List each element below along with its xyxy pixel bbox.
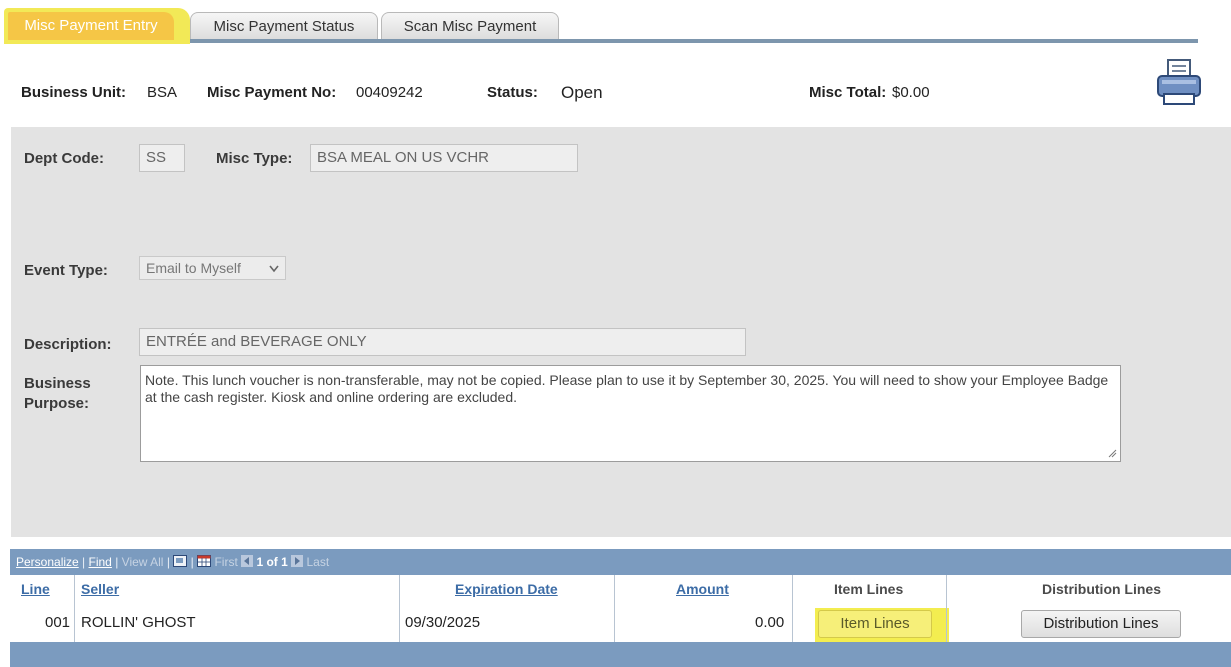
- separator: |: [115, 555, 119, 569]
- cell-seller: ROLLIN' GHOST: [81, 614, 196, 631]
- page-range: 1 of 1: [256, 555, 288, 569]
- dept-code-label: Dept Code:: [24, 150, 104, 167]
- column-header-item-lines: Item Lines: [834, 581, 904, 597]
- personalize-link[interactable]: Personalize: [16, 555, 79, 569]
- column-divider: [74, 575, 75, 604]
- grid-nav-bar: Personalize | Find | View All | | First …: [10, 549, 1231, 575]
- column-header-seller[interactable]: Seller: [81, 575, 119, 604]
- column-divider: [74, 604, 75, 642]
- column-divider: [792, 575, 793, 604]
- view-all-link[interactable]: View All: [122, 555, 164, 569]
- first-label: First: [214, 555, 238, 569]
- status-value: Open: [561, 83, 603, 102]
- business-unit-value: BSA: [147, 84, 178, 101]
- status-label: Status:: [487, 84, 538, 101]
- table-row: 001 ROLLIN' GHOST 09/30/2025 0.00 Item L…: [10, 604, 1231, 656]
- chevron-down-icon: [269, 265, 279, 273]
- misc-type-field[interactable]: BSA MEAL ON US VCHR: [310, 144, 578, 172]
- description-field[interactable]: ENTRÉE and BEVERAGE ONLY: [139, 328, 746, 356]
- event-type-label: Event Type:: [24, 262, 108, 279]
- column-divider: [792, 604, 793, 642]
- cell-amount: 0.00: [755, 614, 785, 631]
- dept-code-field[interactable]: SS: [139, 144, 185, 172]
- column-header-line[interactable]: Line: [21, 575, 50, 604]
- cell-expiration-date: 09/30/2025: [405, 614, 481, 631]
- tab-misc-payment-status[interactable]: Misc Payment Status: [190, 12, 378, 40]
- tab-label-status: Misc Payment Status: [213, 18, 355, 35]
- separator: |: [82, 555, 86, 569]
- business-purpose-label: Business Purpose:: [24, 374, 91, 414]
- tab-bar: Misc Payment Entry Misc Payment Status S…: [0, 0, 1231, 50]
- zoom-icon[interactable]: [173, 555, 188, 567]
- misc-total-label: Misc Total:: [809, 84, 887, 101]
- column-header-expiration-date[interactable]: Expiration Date: [455, 575, 558, 604]
- cell-line: 001: [45, 614, 71, 631]
- event-type-selected: Email to Myself: [146, 260, 241, 276]
- column-divider: [946, 575, 947, 604]
- business-purpose-text: Note. This lunch voucher is non-transfer…: [145, 372, 1109, 405]
- grid-nav: Personalize | Find | View All | | First …: [16, 555, 329, 569]
- item-lines-button[interactable]: Item Lines: [818, 610, 932, 638]
- last-label: Last: [306, 555, 330, 569]
- arrow-right-icon[interactable]: [291, 555, 304, 567]
- tab-misc-payment-entry[interactable]: Misc Payment Entry: [4, 8, 190, 44]
- distribution-lines-button[interactable]: Distribution Lines: [1021, 610, 1181, 638]
- arrow-left-icon[interactable]: [241, 555, 254, 567]
- business-purpose-textarea[interactable]: Note. This lunch voucher is non-transfer…: [140, 365, 1121, 462]
- business-purpose-label-line1: Business: [24, 375, 91, 392]
- column-divider: [946, 604, 947, 642]
- business-purpose-label-line2: Purpose:: [24, 395, 90, 412]
- column-divider: [399, 604, 400, 642]
- misc-total-value: $0.00: [892, 84, 930, 101]
- business-unit-label: Business Unit:: [21, 84, 127, 101]
- column-divider: [614, 575, 615, 604]
- tab-label-entry: Misc Payment Entry: [8, 12, 174, 40]
- description-label: Description:: [24, 336, 112, 353]
- grid-footer: [10, 642, 1231, 667]
- misc-payment-no-value: 00409242: [356, 84, 423, 101]
- resize-handle-icon[interactable]: [1107, 448, 1117, 458]
- column-header-distribution-lines: Distribution Lines: [1042, 581, 1161, 597]
- separator: |: [190, 555, 194, 569]
- column-divider: [614, 604, 615, 642]
- find-link[interactable]: Find: [89, 555, 112, 569]
- misc-payment-no-label: Misc Payment No:: [207, 84, 337, 101]
- tab-underline: [190, 39, 1198, 43]
- grid-header: Line Seller Expiration Date Amount Item …: [10, 575, 1231, 605]
- column-header-amount[interactable]: Amount: [676, 575, 729, 604]
- tab-scan-misc-payment[interactable]: Scan Misc Payment: [381, 12, 559, 40]
- spreadsheet-icon[interactable]: [197, 555, 212, 567]
- printer-icon[interactable]: [1156, 58, 1202, 106]
- tab-label-scan: Scan Misc Payment: [403, 18, 537, 35]
- misc-type-label: Misc Type:: [216, 150, 293, 167]
- event-type-select[interactable]: Email to Myself: [139, 256, 286, 280]
- column-divider: [399, 575, 400, 604]
- separator: |: [166, 555, 170, 569]
